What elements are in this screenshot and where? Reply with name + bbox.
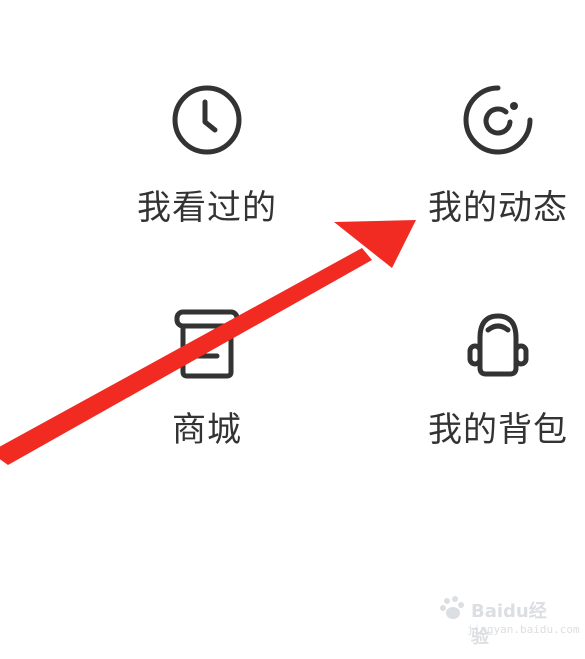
- menu-item-history[interactable]: 我看过的: [117, 82, 297, 228]
- watermark-url: jingyan.baidu.com: [467, 623, 580, 636]
- menu-item-backpack-label: 我的背包: [428, 410, 568, 450]
- menu-item-backpack[interactable]: 我的背包: [408, 306, 585, 450]
- activity-refresh-icon: [463, 85, 533, 155]
- arrow-head: [334, 220, 416, 268]
- menu-grid: 我看过的 我的动态 商城 我的背包 Baidu经验 jingyan.baidu.…: [0, 0, 585, 659]
- menu-item-history-label: 我看过的: [137, 188, 277, 228]
- backpack-icon: [467, 313, 529, 377]
- menu-item-mall-label: 商城: [172, 410, 242, 450]
- menu-item-feed-label: 我的动态: [428, 188, 568, 228]
- paw-logo-icon: [440, 596, 464, 619]
- watermark: Baidu经验 jingyan.baidu.com: [439, 593, 580, 648]
- clock-icon: [172, 85, 242, 155]
- shop-icon: [174, 309, 240, 379]
- menu-item-mall[interactable]: 商城: [117, 306, 297, 450]
- menu-item-feed[interactable]: 我的动态: [408, 82, 585, 228]
